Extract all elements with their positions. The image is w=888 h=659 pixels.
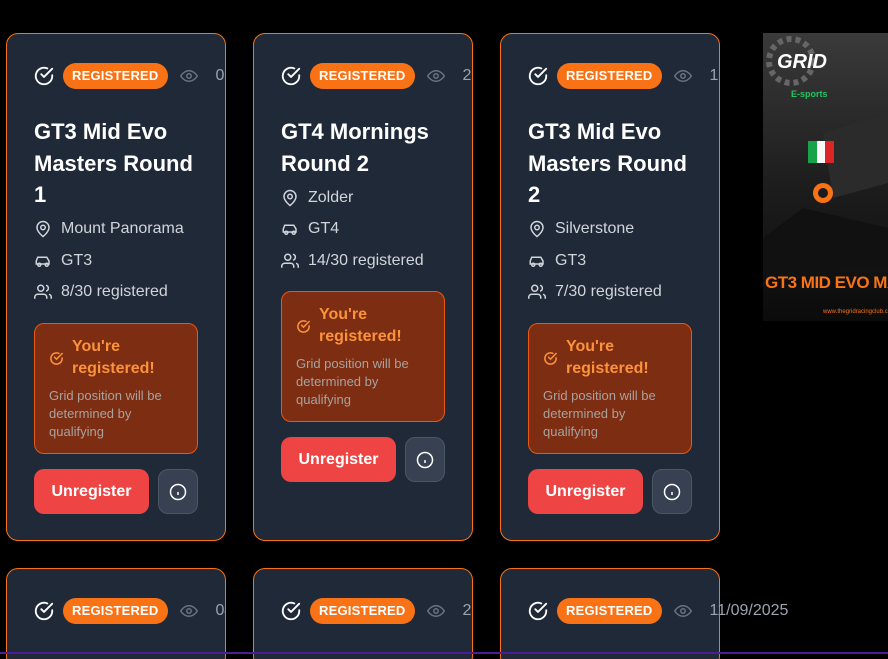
divider — [0, 652, 888, 654]
map-pin-icon — [530, 220, 544, 238]
check-circle-icon — [34, 601, 54, 621]
registered-badge: REGISTERED — [310, 598, 415, 624]
info-icon — [169, 483, 187, 500]
track-name: Silverstone — [555, 220, 635, 237]
promo-brand: GRID — [777, 51, 827, 73]
registration-notice: You're registered! Grid position will be… — [34, 323, 198, 454]
car-class: GT3 — [555, 252, 587, 269]
card-header: REGISTERED 28/08 — [280, 62, 472, 90]
eye-icon — [426, 604, 445, 618]
registered-badge: REGISTERED — [310, 63, 415, 89]
check-circle-icon — [297, 320, 310, 333]
info-button[interactable] — [405, 437, 445, 482]
check-circle-icon — [281, 66, 301, 86]
car-icon — [35, 256, 50, 267]
event-track: Zolder — [281, 189, 353, 207]
card-header: REGISTERED 15/09/20 — [527, 62, 719, 90]
eye-icon — [673, 69, 692, 83]
registered-count: 14/30 registered — [308, 252, 424, 269]
event-date: 28/08 — [462, 67, 472, 84]
users-icon — [281, 253, 299, 268]
event-class: GT4 — [281, 220, 339, 238]
eye-icon — [673, 604, 692, 618]
registered-badge: REGISTERED — [63, 63, 168, 89]
registration-notice: You're registered! Grid position will be… — [528, 323, 692, 454]
event-title: GT4 Mornings Round 2 — [281, 119, 429, 176]
car-class: GT4 — [308, 220, 340, 237]
promo-url: www.thegridracingclub.c — [823, 309, 888, 315]
info-button[interactable] — [652, 469, 692, 514]
events-page: REGISTERED 08/09 GT3 Mid Evo Masters Rou… — [0, 0, 888, 659]
notice-title: You're registered! — [319, 306, 402, 345]
event-class: GT3 — [528, 252, 586, 270]
notice-title: You're registered! — [72, 338, 155, 377]
eye-icon — [426, 69, 445, 83]
info-icon — [663, 483, 681, 500]
event-date: 11/09/2025 — [709, 602, 789, 619]
check-circle-icon — [281, 601, 301, 621]
event-promo-image[interactable]: GRID E-sports GT3 MID EVO MA www.thegrid… — [763, 33, 888, 321]
check-circle-icon — [50, 352, 63, 365]
card-header: REGISTERED 22/09 — [280, 597, 472, 625]
users-icon — [528, 284, 546, 299]
map-pin-icon — [283, 189, 297, 207]
event-card[interactable]: REGISTERED 22/09 — [253, 568, 473, 659]
registered-badge: REGISTERED — [557, 63, 662, 89]
registered-badge: REGISTERED — [557, 598, 662, 624]
event-date: 22/09 — [462, 602, 472, 619]
event-registrations: 7/30 registered — [528, 283, 662, 301]
check-circle-icon — [528, 66, 548, 86]
notice-title: You're registered! — [566, 338, 649, 377]
event-title: GT3 Mid Evo Masters Round 2 — [528, 119, 687, 207]
registered-badge: REGISTERED — [63, 598, 168, 624]
info-icon — [416, 451, 434, 468]
event-card[interactable]: REGISTERED 15/09/20 GT3 Mid Evo Masters … — [500, 33, 720, 541]
event-track: Silverstone — [528, 220, 634, 238]
event-date: 08/09 — [215, 67, 225, 84]
registered-count: 7/30 registered — [555, 283, 662, 300]
check-circle-icon — [34, 66, 54, 86]
event-card[interactable]: REGISTERED 11/09/2025 — [500, 568, 788, 659]
event-date: 15/09/20 — [709, 67, 719, 84]
car-icon — [282, 224, 297, 235]
event-date: 04/09 — [215, 602, 225, 619]
event-class: GT3 — [34, 252, 92, 270]
card-header: REGISTERED 11/09/2025 — [527, 597, 788, 625]
notice-text: Grid position will be determined by qual… — [49, 388, 162, 439]
info-button[interactable] — [158, 469, 198, 514]
event-track: Mount Panorama — [34, 220, 184, 238]
track-name: Zolder — [308, 189, 354, 206]
event-card[interactable]: REGISTERED 08/09 GT3 Mid Evo Masters Rou… — [6, 33, 226, 541]
car-icon — [529, 256, 544, 267]
event-title: GT3 Mid Evo Masters Round 1 — [34, 119, 193, 207]
track-name: Mount Panorama — [61, 220, 184, 237]
unregister-button[interactable]: Unregister — [281, 437, 396, 482]
registration-notice: You're registered! Grid position will be… — [281, 291, 445, 422]
check-circle-icon — [544, 352, 557, 365]
promo-headline: GT3 MID EVO MA — [765, 273, 888, 292]
event-card[interactable]: REGISTERED 04/09 — [6, 568, 226, 659]
unregister-button[interactable]: Unregister — [528, 469, 643, 514]
users-icon — [34, 284, 52, 299]
event-registrations: 14/30 registered — [281, 252, 424, 270]
notice-text: Grid position will be determined by qual… — [296, 356, 409, 407]
map-pin-icon — [36, 220, 50, 238]
notice-text: Grid position will be determined by qual… — [543, 388, 656, 439]
unregister-button[interactable]: Unregister — [34, 469, 149, 514]
card-header: REGISTERED 08/09 — [33, 62, 225, 90]
registered-count: 8/30 registered — [61, 283, 168, 300]
event-registrations: 8/30 registered — [34, 283, 168, 301]
event-card[interactable]: REGISTERED 28/08 GT4 Mornings Round 2 Zo… — [253, 33, 473, 541]
card-header: REGISTERED 04/09 — [33, 597, 225, 625]
check-circle-icon — [528, 601, 548, 621]
eye-icon — [179, 604, 198, 618]
eye-icon — [179, 69, 198, 83]
car-class: GT3 — [61, 252, 93, 269]
promo-brand-sub: E-sports — [791, 89, 828, 99]
